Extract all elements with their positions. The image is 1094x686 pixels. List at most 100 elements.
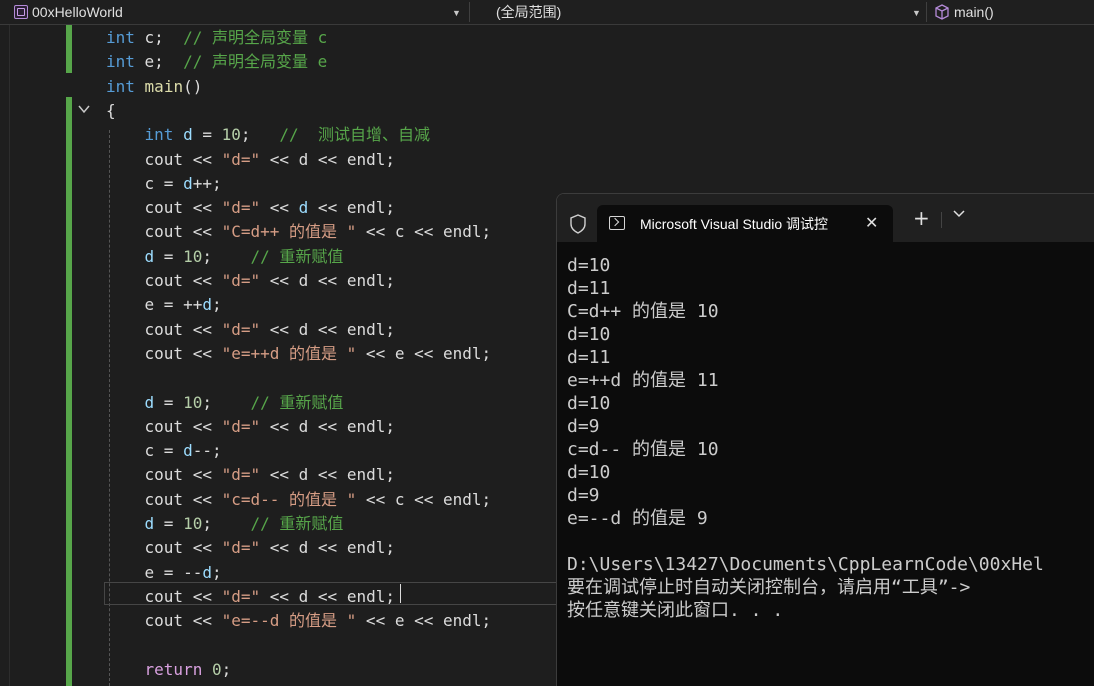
code-line[interactable]: d = 10; // 重新赋值 xyxy=(106,512,344,536)
code-token: ; xyxy=(211,295,222,315)
code-line[interactable]: cout << "e=++d 的值是 " << e << endl; xyxy=(106,342,492,366)
code-line[interactable]: cout << "d=" << d << endl; xyxy=(106,269,395,293)
code-token: "d=" xyxy=(221,538,261,558)
code-line[interactable]: cout << "C=d++ 的值是 " << c << endl; xyxy=(106,220,492,244)
code-token: e = -- xyxy=(106,562,203,582)
code-token: cout << xyxy=(106,149,222,169)
code-line[interactable]: c = d++; xyxy=(106,172,222,196)
chevron-down-icon[interactable] xyxy=(953,210,965,218)
text-caret xyxy=(400,584,401,603)
code-token: { xyxy=(106,100,116,120)
code-token: = xyxy=(154,246,184,266)
code-token: 10 xyxy=(221,125,241,145)
debug-console-window[interactable]: Microsoft Visual Studio 调试控 ✕ + d=10 d=11… xyxy=(556,193,1094,686)
code-token: // 重新赋值 xyxy=(250,392,344,412)
console-output-line: d=9 xyxy=(567,416,600,437)
chevron-down-icon: ▼ xyxy=(452,8,461,18)
code-token: d xyxy=(183,173,193,193)
console-output-line: e=++d 的值是 11 xyxy=(567,370,719,391)
code-token: << d << endl; xyxy=(260,319,395,339)
console-output-line: D:\Users\13427\Documents\CppLearnCode\00… xyxy=(567,554,1044,575)
code-token: // 声明全局变量 e xyxy=(183,52,328,72)
terminal-icon xyxy=(609,216,625,230)
code-token: "d=" xyxy=(221,465,261,485)
code-token: ; xyxy=(211,562,222,582)
tab-title: Microsoft Visual Studio 调试控 xyxy=(640,216,829,232)
code-token: "d=" xyxy=(221,149,261,169)
code-token: cout << xyxy=(106,222,222,242)
code-token: c; xyxy=(134,28,184,47)
code-token: 10 xyxy=(183,246,203,266)
code-token: "d=" xyxy=(221,416,261,436)
code-line[interactable]: int d = 10; // 测试自增、自减 xyxy=(106,123,430,147)
code-line[interactable]: cout << "c=d-- 的值是 " << c << endl; xyxy=(106,488,492,512)
fold-collapse-icon[interactable] xyxy=(78,103,90,115)
code-line[interactable]: int main() xyxy=(106,75,202,99)
scope-dropdown[interactable]: (全局范围) ▼ xyxy=(496,0,924,24)
code-token: e = ++ xyxy=(106,295,203,315)
console-output-line: 按任意键关闭此窗口. . . xyxy=(567,600,784,621)
code-line[interactable]: cout << "d=" << d << endl; xyxy=(106,318,395,342)
code-token: << d << endl; xyxy=(260,416,395,436)
code-token: << d << endl; xyxy=(260,271,395,290)
console-output-line: e=--d 的值是 9 xyxy=(567,508,708,529)
console-output-line: c=d-- 的值是 10 xyxy=(567,439,719,460)
code-line[interactable]: cout << "d=" << d << endl; xyxy=(106,463,395,487)
member-dropdown[interactable]: main() xyxy=(934,0,1094,24)
code-token: d xyxy=(202,562,212,582)
code-token: << d << endl; xyxy=(260,149,395,169)
code-line[interactable]: cout << "d=" << d << endl; xyxy=(106,415,395,439)
console-output-line: d=11 xyxy=(567,278,611,299)
code-line[interactable]: d = 10; // 重新赋值 xyxy=(106,245,344,269)
code-line[interactable]: cout << "e=--d 的值是 " << e << endl; xyxy=(106,609,492,633)
code-line[interactable]: d = 10; // 重新赋值 xyxy=(106,391,344,415)
code-token: d xyxy=(144,246,155,266)
code-token: d xyxy=(183,125,193,145)
new-tab-button[interactable]: + xyxy=(913,208,930,228)
code-token: << d << endl; xyxy=(260,538,395,558)
code-token: main xyxy=(144,76,184,96)
console-output-line: C=d++ 的值是 10 xyxy=(567,301,719,322)
close-icon[interactable]: ✕ xyxy=(865,213,878,232)
code-line[interactable]: cout << "d=" << d << endl; xyxy=(106,585,395,609)
code-token: cout << xyxy=(106,489,222,509)
code-token: "d=" xyxy=(221,198,261,218)
code-token: "e=++d 的值是 " xyxy=(221,343,357,363)
code-line[interactable]: { xyxy=(106,99,116,123)
code-line[interactable]: cout << "d=" << d << endl; xyxy=(106,536,395,560)
code-token: int xyxy=(106,76,135,96)
code-token: d xyxy=(144,392,155,412)
code-token: << xyxy=(260,198,299,218)
code-token: // 声明全局变量 c xyxy=(183,28,328,47)
code-token: cout << xyxy=(106,319,222,339)
console-output-line: 要在调试停止时自动关闭控制台，请启用“工具”-> xyxy=(567,577,971,598)
code-token: << d << endl; xyxy=(260,465,395,485)
chevron-down-icon: ▼ xyxy=(912,8,921,18)
code-token: cout << xyxy=(106,343,222,363)
code-token: ; xyxy=(240,125,280,145)
code-line[interactable]: e = ++d; xyxy=(106,293,222,317)
code-token: int xyxy=(106,28,135,47)
code-line[interactable]: int e; // 声明全局变量 e xyxy=(106,50,327,74)
code-line[interactable]: cout << "d=" << d << endl; xyxy=(106,196,395,220)
console-output-line: d=11 xyxy=(567,347,611,368)
code-token: cout << xyxy=(106,586,222,606)
divider xyxy=(941,212,942,228)
code-token: 0 xyxy=(211,659,222,679)
code-token: d xyxy=(298,198,309,218)
code-line[interactable]: cout << "d=" << d << endl; xyxy=(106,148,395,172)
code-token: << d << endl; xyxy=(260,586,395,606)
code-token: int xyxy=(106,52,135,72)
code-line[interactable]: return 0; xyxy=(106,658,232,682)
project-name: 00xHelloWorld xyxy=(32,4,123,20)
code-line[interactable]: e = --d; xyxy=(106,561,222,585)
project-dropdown[interactable]: 00xHelloWorld ▼ xyxy=(14,0,464,24)
code-line[interactable]: int c; // 声明全局变量 c xyxy=(106,26,327,50)
code-token: 10 xyxy=(183,392,203,412)
code-token: << e << endl; xyxy=(356,343,492,363)
console-tab[interactable]: Microsoft Visual Studio 调试控 ✕ xyxy=(597,205,893,242)
code-line[interactable]: c = d--; xyxy=(106,439,222,463)
code-token: 10 xyxy=(183,514,203,533)
